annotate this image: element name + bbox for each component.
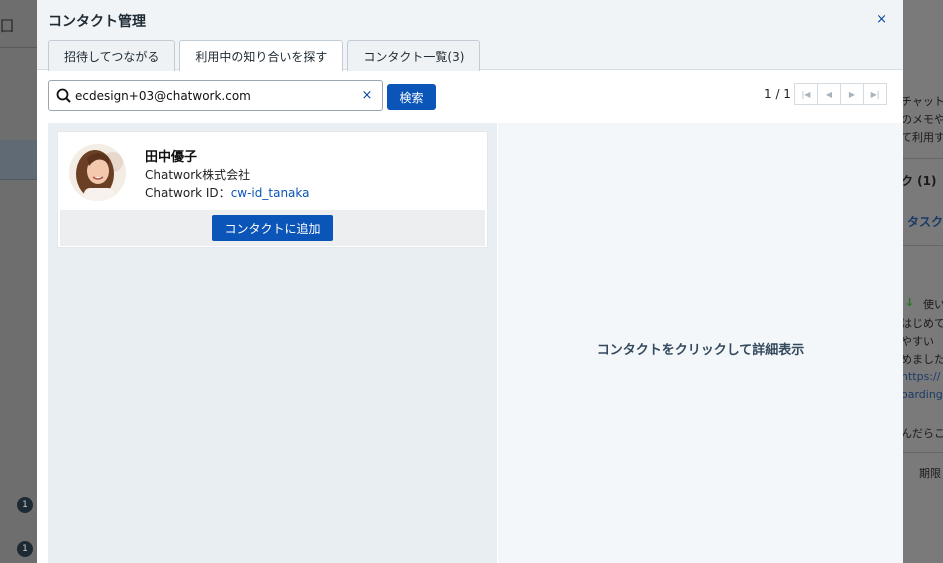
prev-page-icon[interactable]: ◀ xyxy=(817,83,841,105)
background-left-column: 囗 1 1 xyxy=(0,0,37,563)
card-footer: コンタクトに追加 xyxy=(60,210,485,246)
contact-chatwork-id: Chatwork ID：cw-id_tanaka xyxy=(145,186,310,200)
pagination: |◀ ◀ ▶ ▶| xyxy=(794,83,887,105)
arrow-down-icon: ↓ xyxy=(905,296,915,309)
tab-contact-list[interactable]: コンタクト一覧(3) xyxy=(347,40,481,71)
add-contact-button[interactable]: コンタクトに追加 xyxy=(212,215,333,241)
tab-invite[interactable]: 招待してつながる xyxy=(48,40,176,71)
chatwork-id-link[interactable]: cw-id_tanaka xyxy=(231,186,310,200)
contact-name: 田中優子 xyxy=(145,150,198,165)
next-page-icon[interactable]: ▶ xyxy=(840,83,864,105)
search-button[interactable]: 検索 xyxy=(387,84,436,110)
tab-find-acquaintances[interactable]: 利用中の知り合いを探す xyxy=(179,40,344,71)
close-icon[interactable]: × xyxy=(876,12,887,27)
first-page-icon[interactable]: |◀ xyxy=(794,83,818,105)
tab-bar: 招待してつながる 利用中の知り合いを探す コンタクト一覧(3) xyxy=(48,40,481,71)
search-icon xyxy=(55,87,73,105)
contact-result-card[interactable]: 田中優子 Chatwork株式会社 Chatwork ID：cw-id_tana… xyxy=(57,131,488,248)
unread-count-badge: 1 xyxy=(17,497,33,513)
last-page-icon[interactable]: ▶| xyxy=(863,83,887,105)
clear-search-icon[interactable]: × xyxy=(358,88,376,103)
page-indicator: 1 / 1 xyxy=(764,87,791,101)
contact-company: Chatwork株式会社 xyxy=(145,168,251,182)
search-input[interactable] xyxy=(73,88,358,103)
modal-title: コンタクト管理 xyxy=(48,13,146,29)
modal-header: コンタクト管理 × 招待してつながる 利用中の知り合いを探す コンタクト一覧(3… xyxy=(37,0,903,71)
avatar xyxy=(69,144,126,201)
unread-count-badge: 1 xyxy=(17,541,33,557)
background-right-column: チャット のメモや て利用す ク (1) タスク ↓ 使い はじめて やすい め… xyxy=(903,0,943,563)
background-glyph: 囗 xyxy=(0,19,14,35)
contact-detail-panel: コンタクトをクリックして詳細表示 xyxy=(498,123,903,563)
search-field: × xyxy=(48,80,383,111)
contact-management-modal: コンタクト管理 × 招待してつながる 利用中の知り合いを探す コンタクト一覧(3… xyxy=(37,0,903,563)
search-results-panel: 田中優子 Chatwork株式会社 Chatwork ID：cw-id_tana… xyxy=(48,123,497,563)
detail-placeholder: コンタクトをクリックして詳細表示 xyxy=(596,341,805,357)
